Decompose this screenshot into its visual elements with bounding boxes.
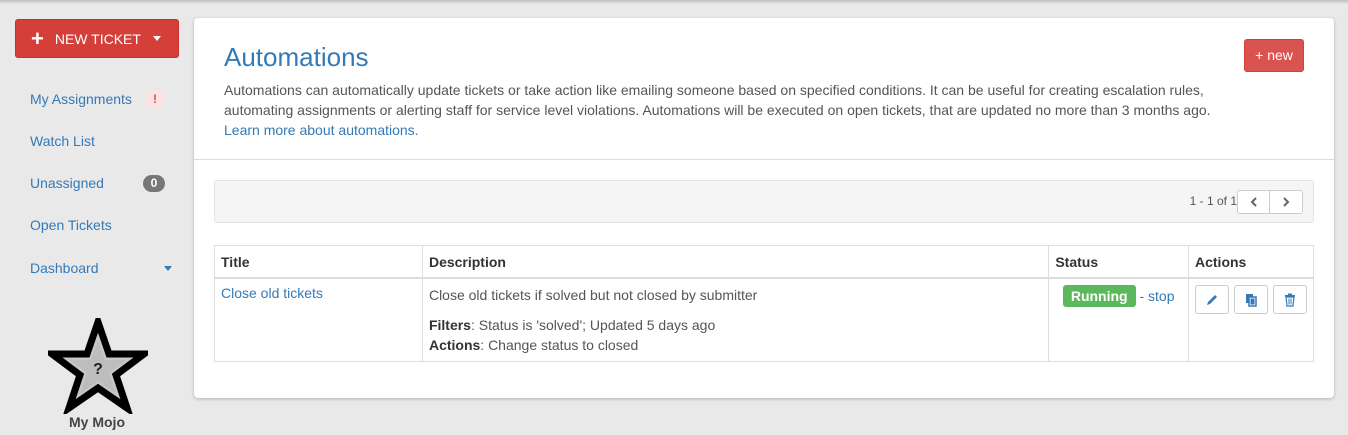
sidebar-item-dashboard[interactable]: Dashboard bbox=[30, 258, 99, 278]
learn-more-link[interactable]: Learn more about automations. bbox=[224, 120, 1224, 140]
page-title: Automations bbox=[224, 42, 369, 72]
actions-cell bbox=[1188, 277, 1314, 362]
table-header-row: Title Description Status Actions bbox=[214, 245, 1314, 279]
alert-badge: ! bbox=[145, 89, 165, 109]
actions-value: : Change status to closed bbox=[480, 337, 639, 353]
stop-link[interactable]: - stop bbox=[1139, 288, 1174, 304]
status-cell: Running - stop bbox=[1048, 277, 1189, 362]
column-header-description[interactable]: Description bbox=[421, 245, 1050, 279]
caret-down-icon bbox=[152, 36, 161, 41]
filters-value: : Status is 'solved'; Updated 5 days ago bbox=[470, 317, 716, 333]
copy-icon bbox=[1246, 293, 1257, 307]
unassigned-count-badge: 0 bbox=[143, 175, 165, 192]
mojo-mark: ? bbox=[93, 361, 103, 378]
sidebar-item-my-assignments[interactable]: My Assignments bbox=[30, 89, 132, 109]
trash-icon bbox=[1285, 293, 1295, 307]
automations-table: Title Description Status Actions Close o… bbox=[214, 245, 1314, 362]
sidebar-item-open-tickets[interactable]: Open Tickets bbox=[30, 215, 112, 235]
row-actions-desc: Actions: Change status to closed bbox=[429, 335, 1042, 355]
copy-button[interactable] bbox=[1234, 285, 1268, 314]
page-description: Automations can automatically update tic… bbox=[224, 80, 1224, 140]
status-badge: Running bbox=[1062, 285, 1136, 307]
automations-panel: Automations + new Automations can automa… bbox=[194, 18, 1334, 398]
row-description: Close old tickets if solved but not clos… bbox=[428, 287, 758, 303]
pencil-icon bbox=[1207, 294, 1217, 305]
prev-page-button[interactable] bbox=[1237, 190, 1270, 214]
column-header-actions: Actions bbox=[1188, 245, 1314, 279]
column-header-title[interactable]: Title bbox=[214, 245, 423, 279]
column-header-status[interactable]: Status bbox=[1048, 245, 1189, 279]
chevron-left-icon bbox=[1250, 197, 1257, 207]
new-ticket-label: NEW TICKET bbox=[54, 30, 141, 47]
filters-label: Filters bbox=[428, 317, 471, 333]
row-filters: Filters: Status is 'solved'; Updated 5 d… bbox=[429, 315, 1042, 335]
top-shadow bbox=[0, 0, 1348, 4]
pagination-bar: 1 - 1 of 1 bbox=[214, 180, 1314, 223]
actions-label: Actions bbox=[428, 337, 481, 353]
plus-icon: + bbox=[31, 25, 44, 51]
chevron-right-icon bbox=[1283, 197, 1290, 207]
new-ticket-button[interactable]: + NEW TICKET bbox=[15, 19, 179, 58]
sidebar-item-watch-list[interactable]: Watch List bbox=[30, 131, 95, 151]
table-row: Close old tickets Close old tickets if s… bbox=[214, 277, 1314, 362]
delete-button[interactable] bbox=[1273, 285, 1307, 314]
edit-button[interactable] bbox=[1195, 285, 1229, 314]
description-cell: Close old tickets if solved but not clos… bbox=[421, 277, 1050, 362]
automation-title-link[interactable]: Close old tickets bbox=[221, 285, 323, 301]
description-text: Automations can automatically update tic… bbox=[224, 82, 1211, 118]
next-page-button[interactable] bbox=[1270, 190, 1303, 214]
pagination-text: 1 - 1 of 1 bbox=[1189, 194, 1237, 208]
title-cell: Close old tickets bbox=[214, 277, 423, 362]
sidebar-item-unassigned[interactable]: Unassigned bbox=[30, 173, 104, 193]
my-mojo-label: My Mojo bbox=[69, 414, 125, 430]
star-icon[interactable]: ? bbox=[48, 318, 148, 414]
dashboard-caret-icon[interactable] bbox=[164, 266, 172, 271]
pagination-buttons bbox=[1237, 190, 1303, 214]
new-automation-button[interactable]: + new bbox=[1244, 39, 1304, 72]
header-divider bbox=[194, 159, 1334, 160]
